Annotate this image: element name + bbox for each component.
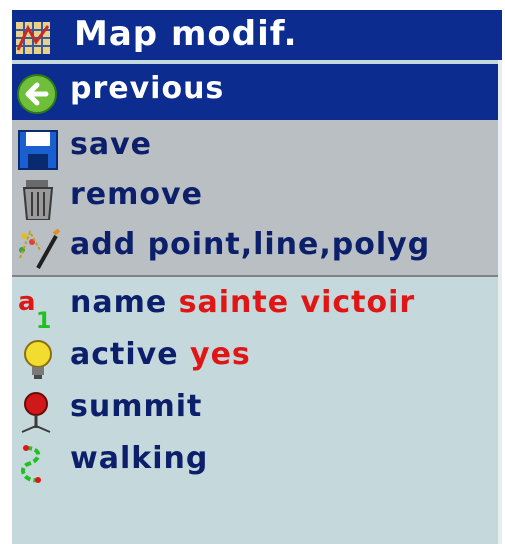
add-shapes-label: add point,line,polyg	[70, 227, 431, 262]
walking-path-icon	[21, 445, 41, 483]
remove-label: remove	[70, 177, 203, 212]
name-property-row[interactable]: a 1 name sainte victoir	[12, 278, 502, 334]
section-divider	[12, 275, 502, 277]
active-value: yes	[190, 337, 251, 372]
summit-property-row[interactable]: summit	[12, 382, 502, 438]
walking-property-row[interactable]: walking	[12, 434, 502, 490]
map-grid-icon	[16, 22, 50, 54]
active-property-row[interactable]: active yes	[12, 330, 502, 386]
remove-button[interactable]: remove	[12, 170, 502, 226]
map-pin-icon	[21, 392, 51, 433]
scroll-strip	[498, 60, 502, 544]
text-label-icon: a 1	[18, 287, 51, 330]
summit-label: summit	[70, 389, 203, 424]
back-arrow-icon	[17, 74, 57, 114]
save-label: save	[70, 127, 153, 162]
trash-can-icon	[22, 180, 54, 221]
light-bulb-icon	[24, 340, 52, 379]
previous-button[interactable]: previous	[12, 64, 502, 120]
active-label: active	[70, 337, 179, 372]
name-property: name sainte victoir	[70, 285, 415, 320]
add-point-line-polygon-button[interactable]: add point,line,polyg	[12, 220, 502, 276]
name-label: name	[70, 285, 168, 320]
title-bar: Map modif.	[12, 10, 502, 60]
map-modification-screen: Map modif. previous save remove add poin…	[12, 10, 502, 544]
walking-label: walking	[70, 441, 209, 476]
svg-text:1: 1	[36, 309, 51, 330]
floppy-disk-icon	[18, 130, 58, 170]
save-button[interactable]: save	[12, 120, 502, 176]
svg-text:a: a	[18, 287, 36, 317]
draw-shapes-icon	[19, 228, 61, 269]
screen-title: Map modif.	[74, 14, 298, 54]
active-property: active yes	[70, 337, 251, 372]
previous-label: previous	[70, 71, 225, 106]
name-value: sainte victoir	[178, 285, 416, 320]
